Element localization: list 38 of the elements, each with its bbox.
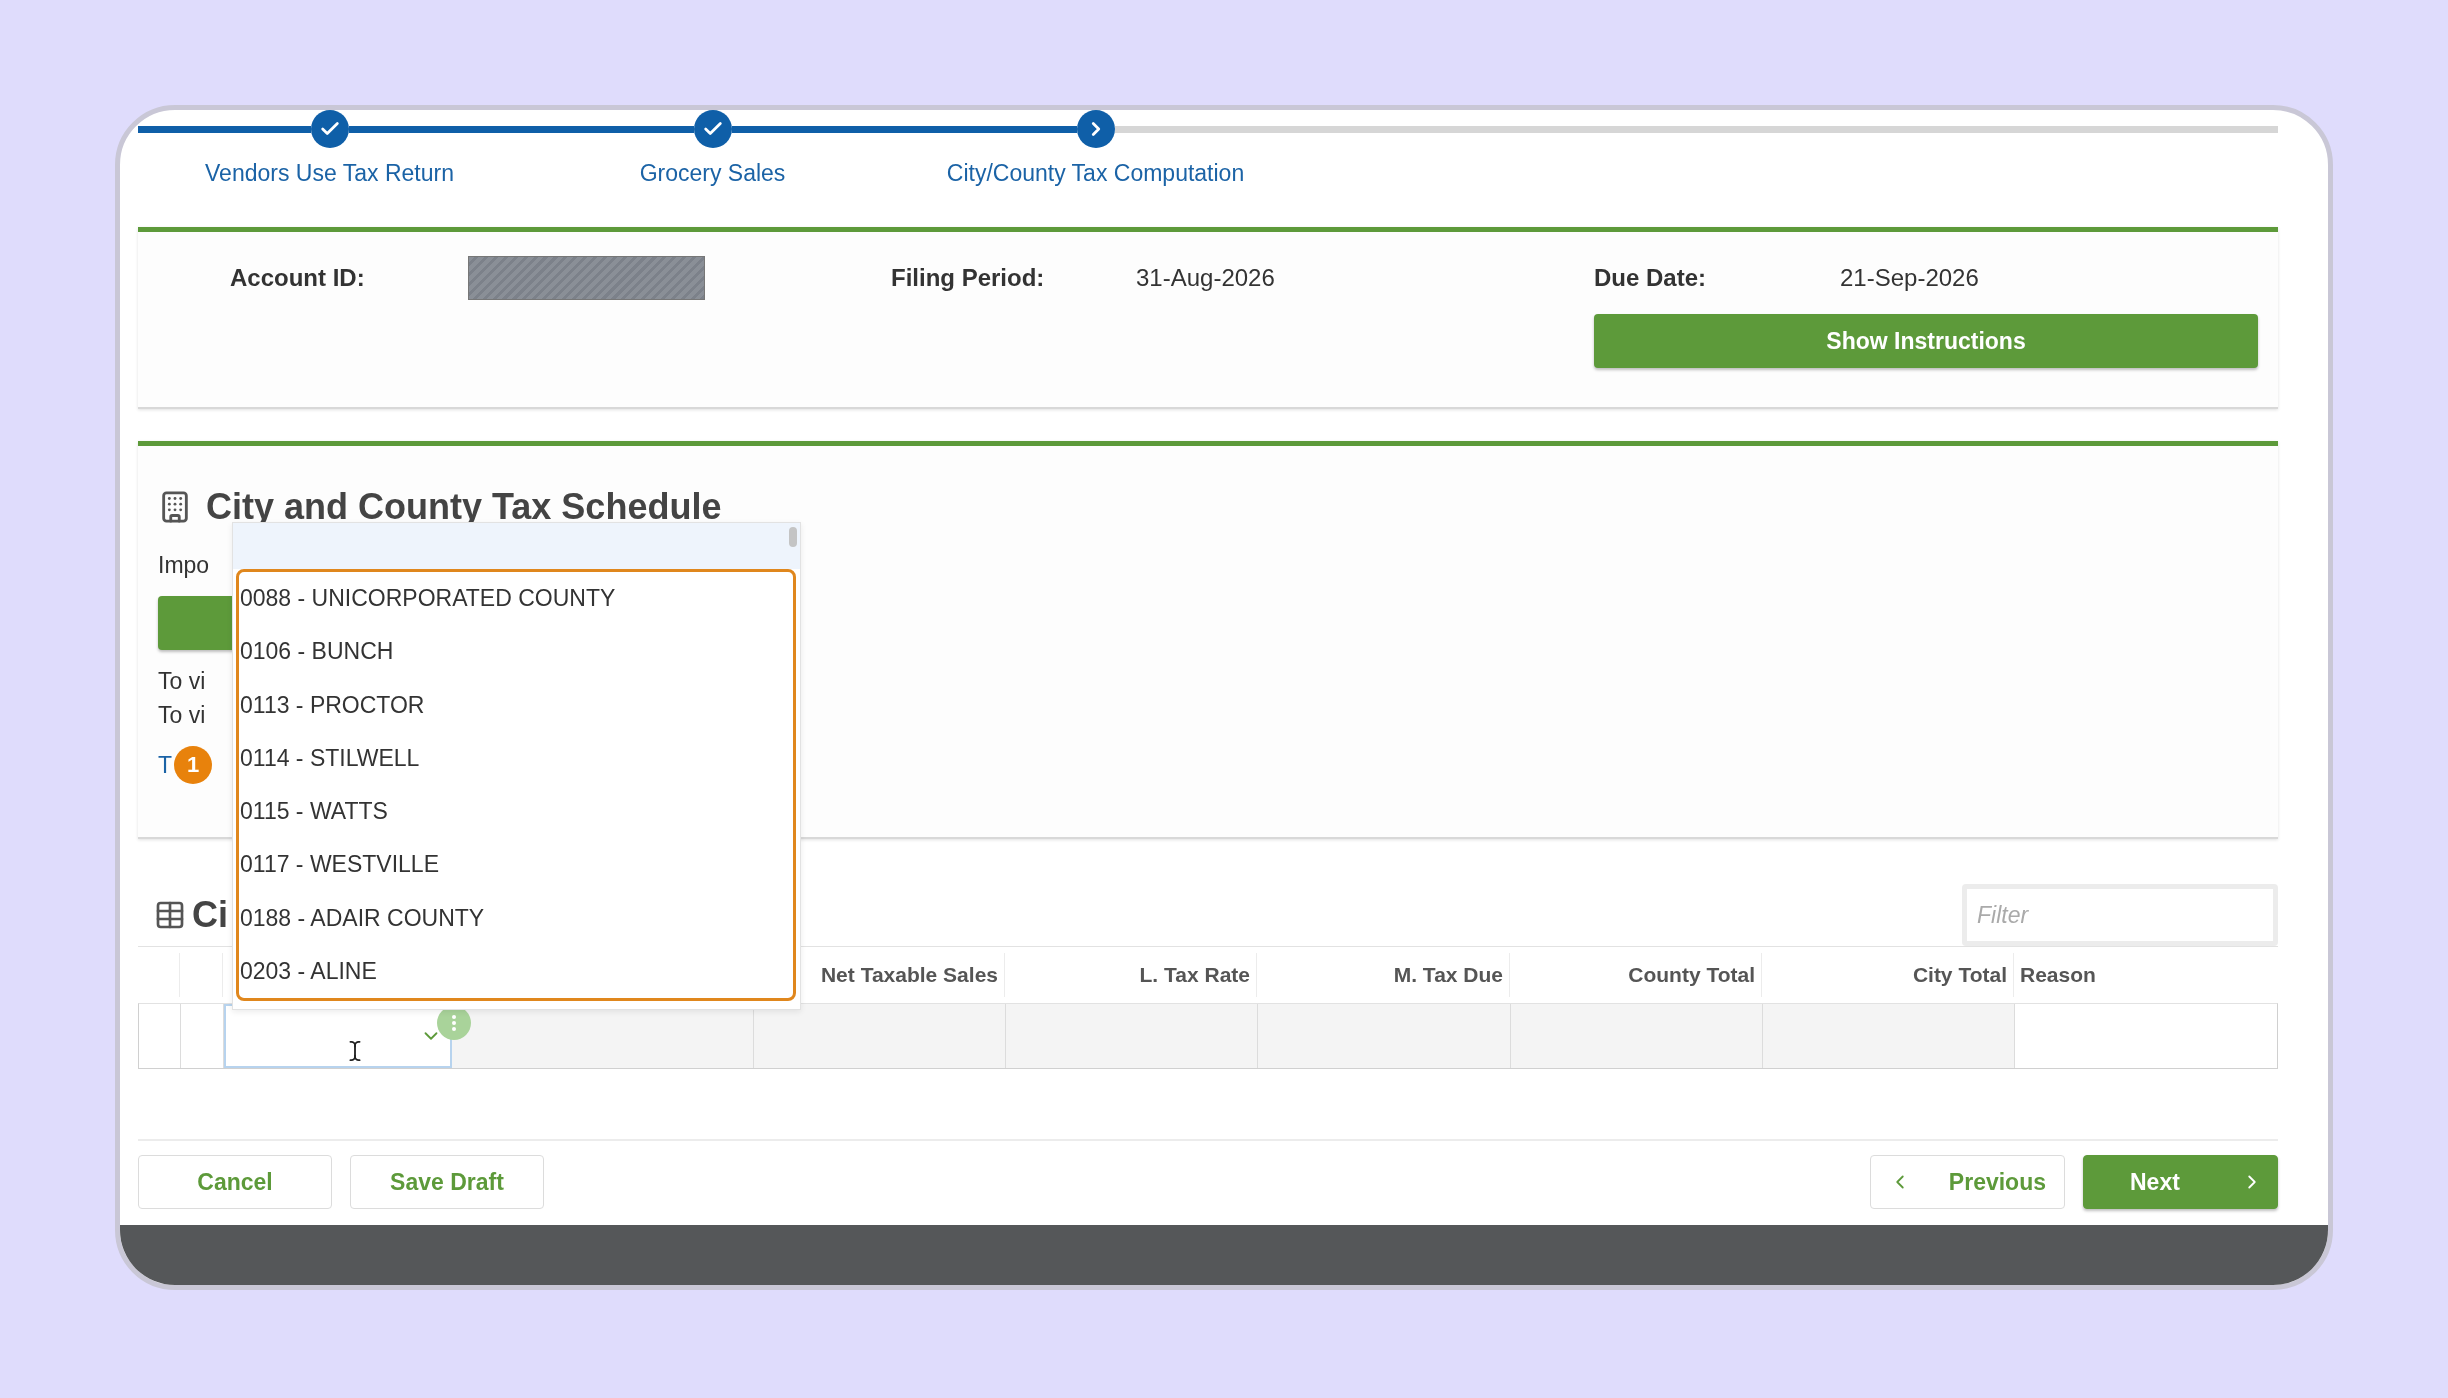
link-text[interactable]: T xyxy=(158,751,173,779)
show-instructions-button[interactable]: Show Instructions xyxy=(1594,314,2258,368)
step-label[interactable]: City/County Tax Computation xyxy=(946,160,1245,187)
save-draft-button[interactable]: Save Draft xyxy=(350,1155,544,1209)
dropdown-option[interactable]: 0117 - WESTVILLE xyxy=(240,851,439,879)
dropdown-option[interactable]: 0113 - PROCTOR xyxy=(240,691,425,719)
column-header: Reason xyxy=(2019,961,2097,988)
field-label: Due Date: xyxy=(1594,264,1707,292)
cancel-button[interactable]: Cancel xyxy=(138,1155,332,1209)
step-badge: 1 xyxy=(174,746,213,784)
field-label: Filing Period: xyxy=(891,264,1045,292)
filter-field[interactable]: Filter xyxy=(1962,884,2278,946)
dropdown-option[interactable]: 0106 - BUNCH xyxy=(240,638,394,666)
dropdown-option[interactable]: 0114 - STILWELL xyxy=(240,744,420,772)
column-header: M. Tax Due xyxy=(1257,953,1510,997)
previous-button[interactable]: Previous xyxy=(1870,1155,2065,1209)
note-text: To vi xyxy=(158,701,206,730)
dropdown-option[interactable]: 0088 - UNICORPORATED COUNTY xyxy=(240,585,616,613)
dropdown-option[interactable]: 0188 - ADAIR COUNTY xyxy=(240,904,485,932)
section-title: City and County Tax Schedule xyxy=(206,486,722,528)
section-title: Ci xyxy=(192,894,228,936)
column-header: County Total xyxy=(1510,953,1762,997)
dots-icon xyxy=(452,1014,456,1031)
column-header: L. Tax Rate xyxy=(1005,953,1257,997)
note-text: To vi xyxy=(158,667,206,696)
field-value: 21-Sep-2026 xyxy=(1840,264,1979,292)
field-value: 31-Aug-2026 xyxy=(1136,264,1275,292)
blank-option[interactable] xyxy=(233,523,800,569)
column-header: City Total xyxy=(1762,953,2014,997)
step-label[interactable]: Vendors Use Tax Return xyxy=(205,160,454,187)
intro-text: Impo xyxy=(158,551,210,580)
table-icon xyxy=(154,899,186,931)
dropdown-option[interactable]: 0203 - ALINE xyxy=(240,957,377,985)
field-label: Account ID: xyxy=(230,264,365,292)
step-label[interactable]: Grocery Sales xyxy=(639,160,786,187)
next-button[interactable]: Next xyxy=(2083,1155,2278,1209)
dropdown-option[interactable]: 0115 - WATTS xyxy=(240,798,388,826)
scrollbar-thumb[interactable] xyxy=(789,527,797,547)
